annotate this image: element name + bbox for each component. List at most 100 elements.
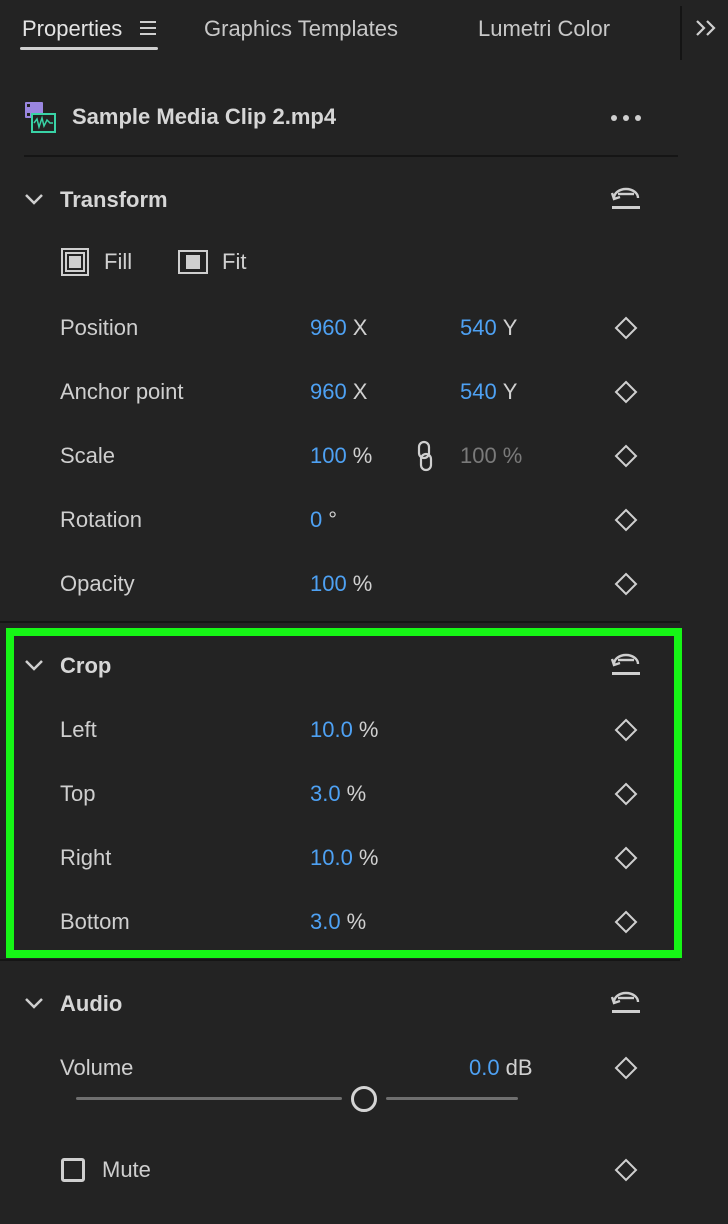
- anchor-x-value[interactable]: 960: [310, 379, 347, 404]
- keyframe-diamond-icon[interactable]: [614, 572, 638, 596]
- crop-left-field[interactable]: 10.0%: [310, 715, 378, 745]
- crop-section-header[interactable]: Crop: [0, 646, 728, 686]
- rotation-label: Rotation: [60, 507, 142, 532]
- anchor-point-row: Anchor point 960 X 540 Y: [0, 372, 728, 412]
- fill-fit-controls: Fill Fit: [0, 244, 728, 280]
- crop-title: Crop: [60, 653, 112, 678]
- rotation-row: Rotation 0 °: [0, 500, 728, 540]
- mute-checkbox[interactable]: [61, 1158, 85, 1182]
- crop-right-unit: %: [358, 845, 379, 870]
- double-chevron-right-icon[interactable]: [694, 18, 718, 38]
- rotation-value[interactable]: 0: [310, 507, 322, 532]
- transform-title: Transform: [60, 187, 168, 212]
- rotation-value-field[interactable]: 0 °: [310, 505, 337, 535]
- section-divider: [0, 621, 680, 623]
- keyframe-diamond-icon[interactable]: [614, 508, 638, 532]
- fill-button[interactable]: Fill: [60, 244, 140, 280]
- anchor-x[interactable]: 960 X: [310, 377, 367, 407]
- clip-name: Sample Media Clip 2.mp4: [72, 104, 337, 129]
- keyframe-diamond-icon[interactable]: [614, 1056, 638, 1080]
- anchor-y-value[interactable]: 540: [460, 379, 497, 404]
- volume-value[interactable]: 0.0: [469, 1055, 500, 1080]
- keyframe-diamond-icon[interactable]: [614, 316, 638, 340]
- scale-height-value: 100: [460, 443, 497, 468]
- scale-width-unit: %: [352, 443, 373, 468]
- scale-height-unit: %: [502, 443, 523, 468]
- section-divider: [0, 959, 680, 961]
- fit-label: Fit: [222, 249, 247, 274]
- position-y-value[interactable]: 540: [460, 315, 497, 340]
- keyframe-diamond-icon[interactable]: [614, 846, 638, 870]
- crop-right-field[interactable]: 10.0%: [310, 843, 378, 873]
- chevron-down-icon[interactable]: [24, 658, 44, 672]
- volume-slider[interactable]: [76, 1082, 520, 1114]
- crop-top-unit: %: [346, 781, 367, 806]
- position-y[interactable]: 540 Y: [460, 313, 517, 343]
- fit-button[interactable]: Fit: [178, 244, 258, 280]
- scale-row: Scale 100% 100%: [0, 436, 728, 476]
- opacity-value-field[interactable]: 100%: [310, 569, 372, 599]
- rotation-unit: °: [328, 507, 338, 532]
- scale-label: Scale: [60, 443, 116, 468]
- fit-frame-icon: [178, 250, 208, 274]
- transform-section-header[interactable]: Transform: [0, 180, 728, 220]
- slider-track-left[interactable]: [76, 1097, 342, 1100]
- crop-top-value[interactable]: 3.0: [310, 781, 341, 806]
- position-x-unit: X: [352, 315, 368, 340]
- position-x-value[interactable]: 960: [310, 315, 347, 340]
- keyframe-diamond-icon[interactable]: [614, 782, 638, 806]
- tab-properties[interactable]: Properties: [22, 14, 122, 44]
- crop-bottom-row: Bottom 3.0%: [0, 902, 728, 942]
- slider-thumb[interactable]: [351, 1086, 377, 1112]
- panel-tab-bar: Properties Graphics Templates Lumetri Co…: [0, 0, 728, 60]
- divider: [24, 155, 678, 157]
- hamburger-menu-icon[interactable]: [140, 20, 158, 36]
- position-x[interactable]: 960 X: [310, 313, 367, 343]
- anchor-y-unit: Y: [502, 379, 518, 404]
- volume-field[interactable]: 0.0 dB: [469, 1053, 533, 1083]
- reset-icon[interactable]: [610, 988, 642, 1016]
- keyframe-diamond-icon[interactable]: [614, 380, 638, 404]
- link-chain-icon[interactable]: [414, 440, 436, 472]
- crop-left-row: Left 10.0%: [0, 710, 728, 750]
- keyframe-diamond-icon[interactable]: [614, 718, 638, 742]
- crop-bottom-value[interactable]: 3.0: [310, 909, 341, 934]
- opacity-unit: %: [352, 571, 373, 596]
- tabs-divider: [680, 6, 682, 60]
- crop-top-label: Top: [60, 781, 96, 806]
- crop-bottom-field[interactable]: 3.0%: [310, 907, 366, 937]
- crop-right-value[interactable]: 10.0: [310, 845, 353, 870]
- crop-bottom-unit: %: [346, 909, 367, 934]
- more-options-icon[interactable]: [610, 114, 642, 122]
- volume-label: Volume: [60, 1055, 134, 1080]
- active-tab-indicator: [20, 47, 158, 50]
- crop-top-field[interactable]: 3.0%: [310, 779, 366, 809]
- position-row: Position 960 X 540 Y: [0, 308, 728, 348]
- keyframe-diamond-icon[interactable]: [614, 1158, 638, 1182]
- audio-title: Audio: [60, 991, 123, 1016]
- scale-width[interactable]: 100%: [310, 441, 372, 471]
- slider-track-right[interactable]: [386, 1097, 518, 1100]
- crop-left-value[interactable]: 10.0: [310, 717, 353, 742]
- position-y-unit: Y: [502, 315, 518, 340]
- reset-icon[interactable]: [610, 184, 642, 212]
- crop-right-row: Right 10.0%: [0, 838, 728, 878]
- opacity-value[interactable]: 100: [310, 571, 347, 596]
- chevron-down-icon[interactable]: [24, 996, 44, 1010]
- keyframe-diamond-icon[interactable]: [614, 444, 638, 468]
- opacity-row: Opacity 100%: [0, 564, 728, 604]
- opacity-label: Opacity: [60, 571, 135, 596]
- scale-width-value[interactable]: 100: [310, 443, 347, 468]
- keyframe-diamond-icon[interactable]: [614, 910, 638, 934]
- audio-section-header[interactable]: Audio: [0, 984, 728, 1024]
- reset-icon[interactable]: [610, 650, 642, 678]
- scale-height: 100%: [460, 441, 522, 471]
- fill-label: Fill: [104, 249, 133, 274]
- crop-left-label: Left: [60, 717, 97, 742]
- tab-graphics-templates[interactable]: Graphics Templates: [204, 14, 398, 44]
- tab-lumetri-color[interactable]: Lumetri Color: [478, 14, 610, 44]
- chevron-down-icon[interactable]: [24, 192, 44, 206]
- crop-right-label: Right: [60, 845, 112, 870]
- anchor-x-unit: X: [352, 379, 368, 404]
- anchor-y[interactable]: 540 Y: [460, 377, 517, 407]
